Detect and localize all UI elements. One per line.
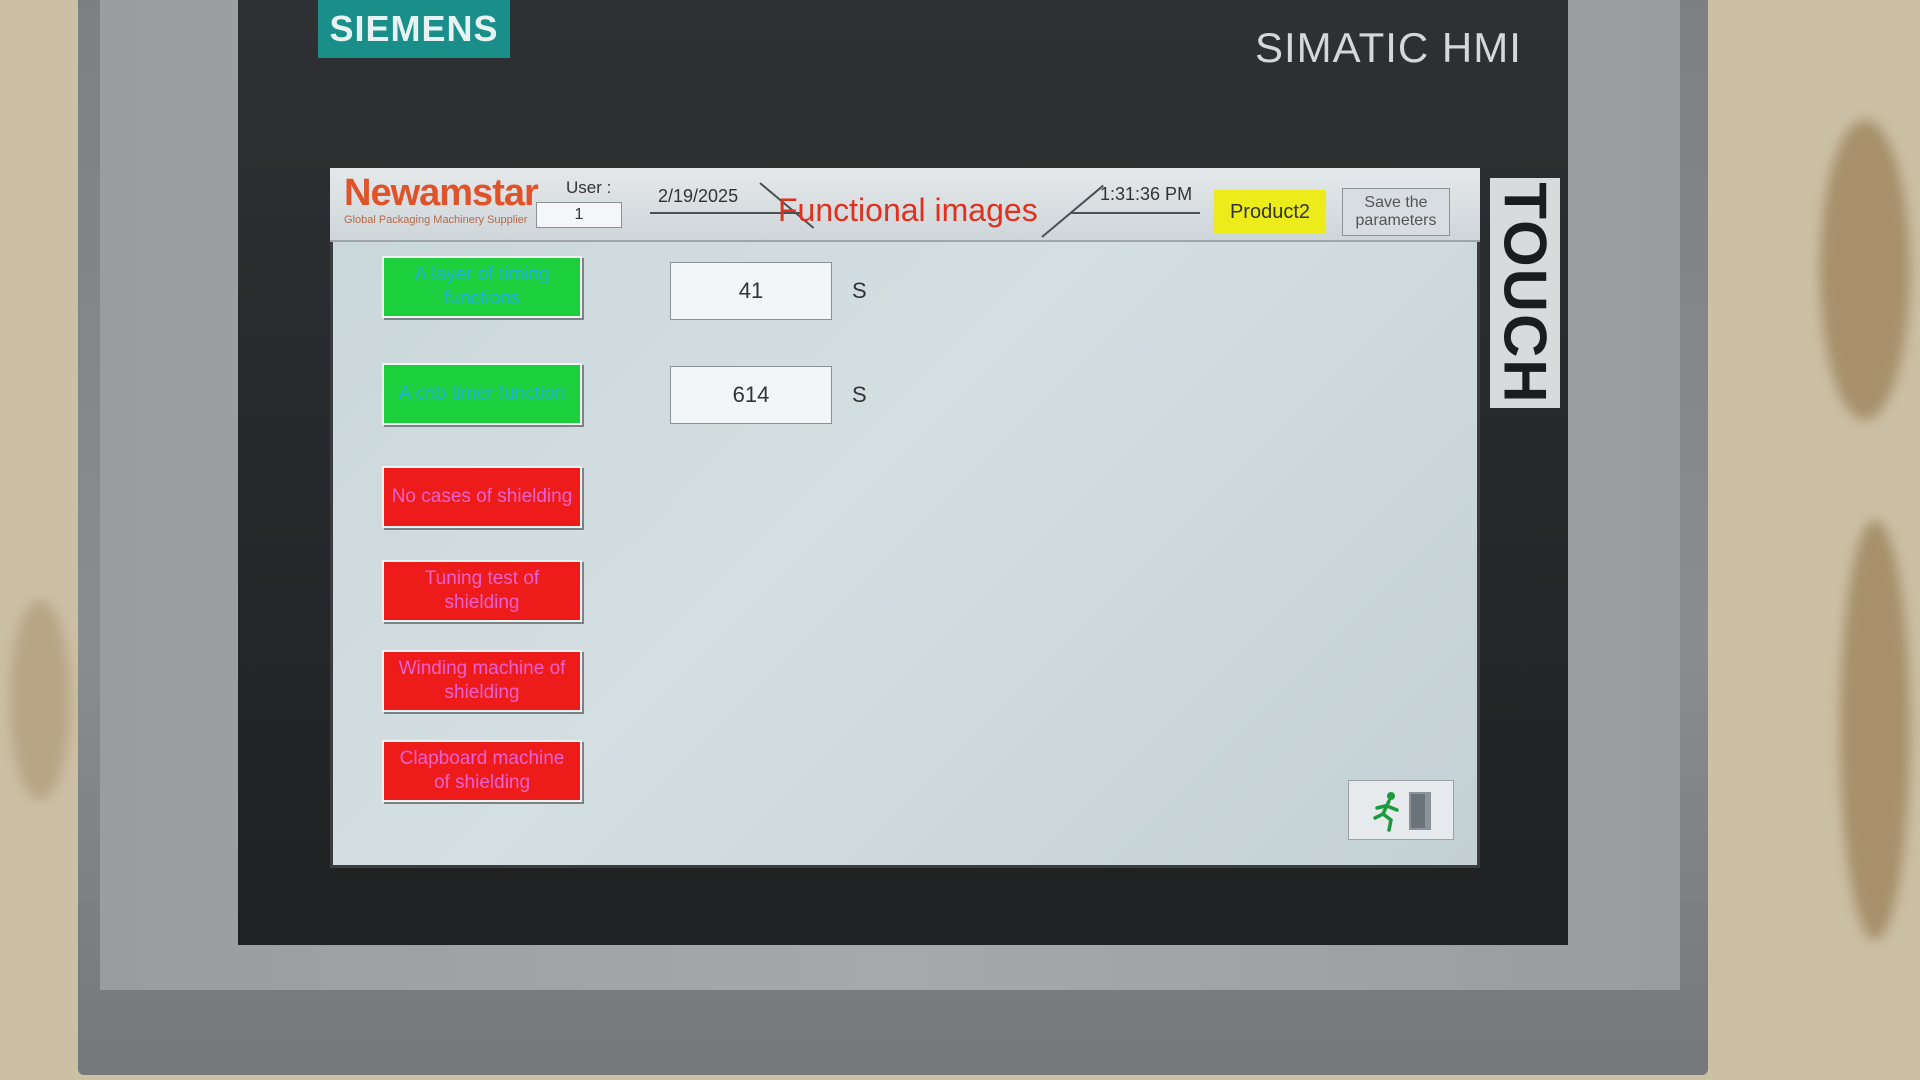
no-cases-shielding-button[interactable]: No cases of shielding xyxy=(382,466,582,528)
model-label: SIMATIC HMI xyxy=(1255,24,1522,71)
exit-running-man-icon xyxy=(1373,792,1431,832)
user-field[interactable]: 1 xyxy=(536,202,622,228)
user-label: User : xyxy=(566,178,612,197)
winding-machine-shielding-button[interactable]: Winding machine of shielding xyxy=(382,650,582,712)
time-display: 1:31:36 PM xyxy=(1100,184,1193,204)
layer-timing-unit: S xyxy=(852,278,867,303)
hmi-screen: Newamstar Global Packaging Machinery Sup… xyxy=(330,168,1480,868)
layer-timing-button[interactable]: A layer of timing functions xyxy=(382,256,582,318)
logo-subtitle: Global Packaging Machinery Supplier xyxy=(344,214,528,226)
touch-label: TOUCH xyxy=(1491,181,1559,405)
tuning-test-shielding-button[interactable]: Tuning test of shielding xyxy=(382,560,582,622)
crib-timer-unit: S xyxy=(852,382,867,407)
siemens-logo: SIEMENS xyxy=(318,0,510,58)
header-bar: Newamstar Global Packaging Machinery Sup… xyxy=(330,168,1480,242)
newamstar-logo: Newamstar Global Packaging Machinery Sup… xyxy=(344,172,539,226)
crib-timer-value[interactable]: 614 xyxy=(670,366,832,424)
product-indicator[interactable]: Product2 xyxy=(1214,190,1326,234)
layer-timing-value[interactable]: 41 xyxy=(670,262,832,320)
exit-button[interactable] xyxy=(1348,780,1454,840)
header-divider xyxy=(1070,212,1200,214)
crib-timer-button[interactable]: A crib timer function xyxy=(382,363,582,425)
date-display: 2/19/2025 xyxy=(658,186,739,206)
page-title: Functional images xyxy=(778,192,1038,228)
clapboard-machine-shielding-button[interactable]: Clapboard machine of shielding xyxy=(382,740,582,802)
touch-strip: TOUCH xyxy=(1490,178,1560,408)
logo-text: Newamstar xyxy=(344,172,539,214)
save-parameters-button[interactable]: Save the parameters xyxy=(1342,188,1450,236)
